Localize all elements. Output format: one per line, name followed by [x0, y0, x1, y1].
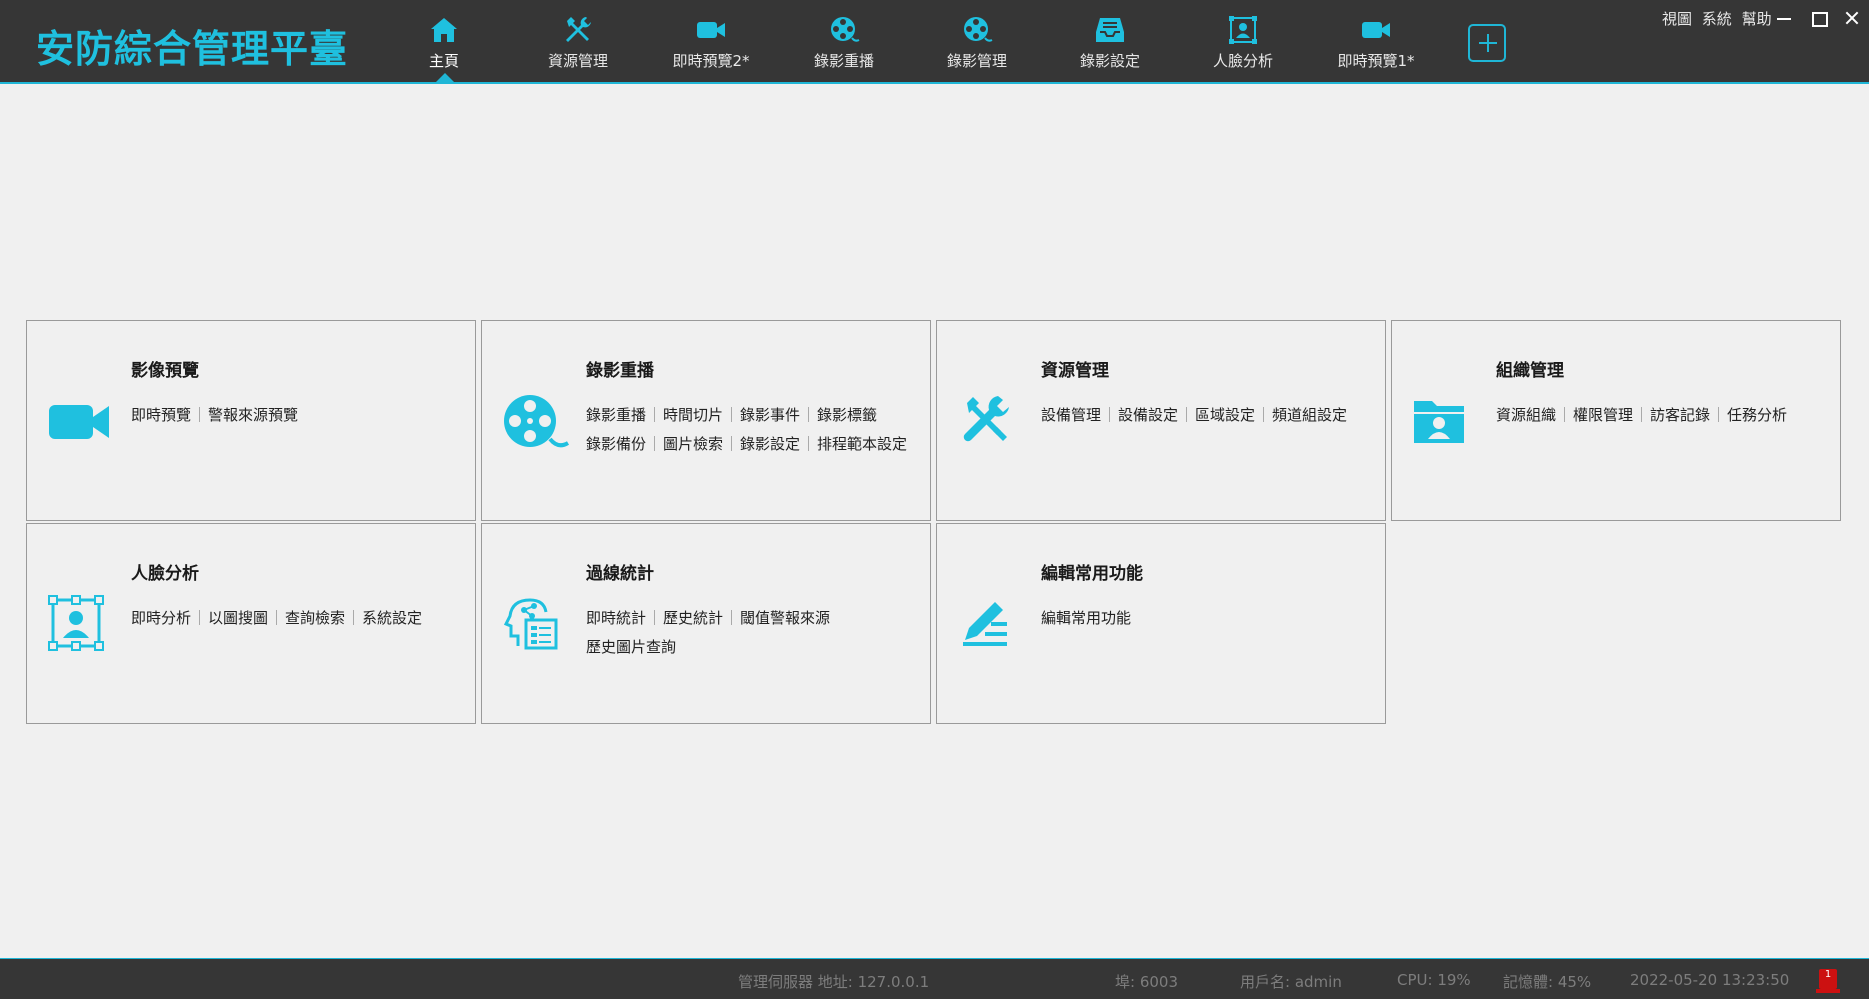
link-task-analysis[interactable]: 任務分析 — [1727, 401, 1787, 430]
card-title: 組織管理 — [1496, 361, 1564, 381]
active-tab-indicator — [435, 73, 455, 83]
video-camera-icon — [1362, 22, 1390, 38]
card-title: 編輯常用功能 — [1041, 564, 1143, 584]
tools-icon — [566, 17, 591, 42]
link-resource-organization[interactable]: 資源組織 — [1496, 401, 1556, 430]
tab-label: 主頁 — [428, 52, 459, 70]
link-history-stats[interactable]: 歷史統計 — [663, 604, 723, 633]
tab-label: 人臉分析 — [1212, 52, 1273, 70]
link-search-by-image[interactable]: 以圖搜圖 — [208, 604, 268, 633]
face-frame-icon — [1229, 16, 1257, 44]
menu-system[interactable]: 系統 — [1702, 10, 1732, 28]
card-title: 過線統計 — [586, 564, 654, 584]
card-title: 人臉分析 — [131, 564, 199, 584]
alarm-count: 1 — [1824, 969, 1832, 980]
link-recording-events[interactable]: 錄影事件 — [740, 401, 800, 430]
title-bar: 安防綜合管理平臺 主頁 資源管理 即時預覽2* 錄影重播 錄影管理 錄影設定 人… — [0, 0, 1869, 84]
link-recording-backup[interactable]: 錄影備份 — [586, 430, 646, 459]
link-image-search[interactable]: 圖片檢索 — [663, 430, 723, 459]
storage-tray-icon — [1096, 18, 1124, 42]
film-reel-icon — [504, 395, 570, 448]
link-channel-group-settings[interactable]: 頻道組設定 — [1272, 401, 1347, 430]
tab-label: 即時預覽2* — [672, 52, 750, 70]
link-live-preview[interactable]: 即時預覽 — [131, 401, 191, 430]
card-title: 資源管理 — [1041, 361, 1109, 381]
video-camera-icon — [697, 22, 725, 38]
film-reel-icon — [831, 17, 860, 42]
link-permission-management[interactable]: 權限管理 — [1573, 401, 1633, 430]
tab-home[interactable]: 主頁 — [389, 14, 499, 74]
link-query-search[interactable]: 查詢檢索 — [285, 604, 345, 633]
alarm-badge[interactable]: 1 — [1816, 967, 1840, 995]
close-button[interactable] — [1840, 6, 1864, 30]
link-area-settings[interactable]: 區域設定 — [1195, 401, 1255, 430]
card-line-crossing-stats: 過線統計 即時統計 歷史統計 閾值警報來源 歷史圖片查詢 — [481, 523, 931, 724]
tab-recording-management[interactable]: 錄影管理 — [922, 14, 1032, 74]
app-title: 安防綜合管理平臺 — [36, 27, 349, 71]
memory-usage: 記憶體: 45% — [1503, 973, 1592, 991]
link-system-settings[interactable]: 系統設定 — [362, 604, 422, 633]
edit-pen-icon — [963, 602, 1007, 646]
tab-live-preview-2[interactable]: 即時預覽2* — [656, 14, 766, 74]
card-video-preview: 影像預覽 即時預覽 警報來源預覽 — [26, 320, 476, 521]
card-edit-favorites: 編輯常用功能 編輯常用功能 — [936, 523, 1386, 724]
tab-label: 錄影管理 — [946, 52, 1007, 70]
username: 用戶名: admin — [1240, 973, 1342, 991]
tab-live-preview-1[interactable]: 即時預覽1* — [1321, 14, 1431, 74]
top-menu: 視圖 系統 幫助 — [1662, 8, 1777, 29]
menu-help[interactable]: 幫助 — [1742, 10, 1772, 28]
link-recording-settings[interactable]: 錄影設定 — [740, 430, 800, 459]
server-port: 埠: 6003 — [1115, 973, 1178, 991]
add-tab-button[interactable] — [1468, 24, 1506, 62]
tab-resource-management[interactable]: 資源管理 — [523, 14, 633, 74]
tab-recording-settings[interactable]: 錄影設定 — [1055, 14, 1165, 74]
video-camera-icon — [49, 405, 109, 439]
link-realtime-analysis[interactable]: 即時分析 — [131, 604, 191, 633]
tab-playback[interactable]: 錄影重播 — [789, 14, 899, 74]
link-schedule-template[interactable]: 排程範本設定 — [817, 430, 907, 459]
link-device-settings[interactable]: 設備設定 — [1118, 401, 1178, 430]
tools-icon — [963, 396, 1009, 442]
card-face-analysis: 人臉分析 即時分析 以圖搜圖 查詢檢索 系統設定 — [26, 523, 476, 724]
link-alarm-source-preview[interactable]: 警報來源預覽 — [208, 401, 298, 430]
link-history-image-query[interactable]: 歷史圖片查詢 — [586, 633, 676, 662]
tab-label: 錄影重播 — [813, 52, 874, 70]
menu-view[interactable]: 視圖 — [1662, 10, 1692, 28]
user-folder-icon — [1414, 401, 1464, 443]
link-time-slice[interactable]: 時間切片 — [663, 401, 723, 430]
link-device-management[interactable]: 設備管理 — [1041, 401, 1101, 430]
status-bar: 管理伺服器 地址: 127.0.0.1 埠: 6003 用戶名: admin C… — [0, 958, 1869, 999]
tab-label: 資源管理 — [547, 52, 608, 70]
datetime: 2022-05-20 13:23:50 — [1630, 971, 1790, 989]
link-playback[interactable]: 錄影重播 — [586, 401, 646, 430]
cpu-usage: CPU: 19% — [1397, 971, 1471, 989]
card-resource-management: 資源管理 設備管理 設備設定 區域設定 頻道組設定 — [936, 320, 1386, 521]
face-frame-icon — [48, 595, 104, 651]
maximize-button[interactable] — [1806, 6, 1830, 30]
tab-face-analysis[interactable]: 人臉分析 — [1188, 14, 1298, 74]
tab-label: 錄影設定 — [1079, 52, 1140, 70]
tab-label: 即時預覽1* — [1337, 52, 1415, 70]
card-title: 錄影重播 — [586, 361, 654, 381]
home-icon — [431, 18, 457, 42]
minimize-button[interactable] — [1772, 6, 1796, 30]
card-title: 影像預覽 — [131, 361, 199, 381]
card-organization-management: 組織管理 資源組織 權限管理 訪客記錄 任務分析 — [1391, 320, 1841, 521]
server-address: 管理伺服器 地址: 127.0.0.1 — [738, 973, 930, 991]
link-threshold-alarm-source[interactable]: 閾值警報來源 — [740, 604, 830, 633]
head-chart-icon — [503, 598, 558, 650]
link-edit-favorites[interactable]: 編輯常用功能 — [1041, 604, 1131, 633]
link-visitor-records[interactable]: 訪客記錄 — [1650, 401, 1710, 430]
card-playback: 錄影重播 錄影重播 時間切片 錄影事件 錄影標籤 錄影備份 圖片檢索 錄影設定 排程範本設定 — [481, 320, 931, 521]
film-reel-icon — [964, 17, 993, 42]
link-realtime-stats[interactable]: 即時統計 — [586, 604, 646, 633]
link-recording-tags[interactable]: 錄影標籤 — [817, 401, 877, 430]
